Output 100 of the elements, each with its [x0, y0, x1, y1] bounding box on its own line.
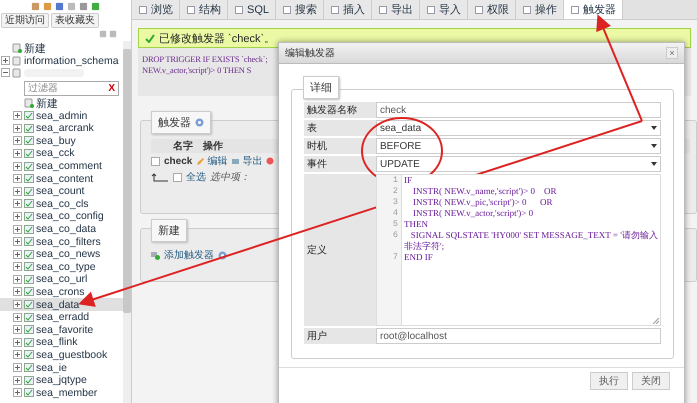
expand-icon[interactable] — [13, 186, 22, 196]
select-field[interactable]: UPDATE — [376, 156, 661, 172]
table-icon — [24, 174, 34, 184]
tree-label[interactable]: sea_comment — [36, 160, 102, 172]
expand-icon[interactable] — [13, 325, 22, 334]
tab[interactable]: 插入 — [324, 0, 372, 19]
table-icon — [24, 136, 34, 146]
expand-icon[interactable] — [13, 338, 22, 347]
dialog-button[interactable]: 执行 — [590, 372, 628, 390]
add-trigger-link[interactable]: 添加触发器 — [164, 248, 214, 262]
resize-handle-icon[interactable] — [653, 318, 659, 324]
tree-label[interactable]: sea_buy — [36, 134, 76, 147]
sidebar-tab[interactable]: 表收藏夹 — [51, 13, 99, 28]
document-icon — [426, 4, 436, 14]
line-number: 5 — [392, 219, 399, 230]
tree-label[interactable]: sea_flink — [36, 336, 78, 348]
tree-label[interactable]: sea_favorite — [36, 324, 94, 336]
expand-icon[interactable] — [13, 350, 22, 360]
tree-label[interactable]: sea_co_url — [36, 273, 88, 286]
tab[interactable]: 导出 — [372, 0, 420, 19]
tree-label[interactable]: sea_guestbook — [36, 348, 108, 361]
action-link[interactable]: 导出 — [231, 154, 262, 168]
tree-label[interactable]: sea_co_data — [36, 223, 96, 236]
expand-icon[interactable] — [13, 111, 22, 120]
tree-label[interactable]: information_schema — [24, 54, 119, 67]
help-icon[interactable] — [218, 250, 227, 260]
tree-label[interactable]: sea_co_type — [36, 260, 96, 273]
tree-label[interactable]: sea_content — [36, 172, 94, 185]
tab[interactable]: 导入 — [420, 0, 468, 19]
text-field[interactable]: root@localhost — [376, 328, 661, 344]
expand-icon[interactable] — [13, 148, 22, 158]
tree-label[interactable]: sea_erradd — [36, 311, 90, 324]
expand-icon[interactable] — [13, 162, 22, 171]
expand-icon[interactable] — [13, 237, 22, 246]
sidebar-tab[interactable]: 近期访问 — [1, 13, 49, 28]
dialog-title: 编辑触发器 — [285, 46, 335, 60]
scrollbar[interactable] — [123, 41, 131, 403]
export-icon — [231, 156, 240, 166]
collapse-icon[interactable] — [1, 68, 10, 78]
tree-label[interactable]: 新建 — [24, 41, 46, 56]
selected-tree-row[interactable]: sea_data — [0, 298, 123, 311]
tree-label[interactable]: sea_cck — [36, 147, 75, 160]
table-icon — [24, 350, 34, 360]
tree-label[interactable]: sea_co_cls — [36, 198, 89, 210]
expand-icon[interactable] — [13, 224, 22, 234]
tree-label[interactable]: sea_co_config — [36, 210, 104, 222]
expand-icon[interactable] — [13, 274, 22, 284]
code-line: IF — [403, 175, 412, 186]
filter-field[interactable]: 过滤器 X — [24, 80, 119, 96]
table-icon — [24, 212, 34, 221]
tree-label[interactable]: sea_crons — [36, 286, 84, 298]
expand-icon[interactable] — [13, 287, 22, 296]
expand-icon[interactable] — [13, 388, 22, 398]
line-number: 7 — [392, 252, 399, 263]
expand-icon[interactable] — [13, 174, 22, 184]
tab[interactable]: 操作 — [516, 0, 564, 19]
tab[interactable]: 权限 — [468, 0, 516, 19]
expand-icon[interactable] — [13, 262, 22, 272]
tab[interactable]: 触发器 — [564, 0, 624, 19]
expand-icon[interactable] — [13, 136, 22, 146]
expand-icon[interactable] — [13, 250, 22, 259]
expand-icon[interactable] — [13, 212, 22, 221]
expand-icon[interactable] — [13, 300, 22, 310]
tab[interactable]: 搜索 — [276, 0, 324, 19]
new-database-icon — [24, 98, 34, 108]
tree-label[interactable]: sea_co_news — [36, 248, 100, 260]
table-icon — [24, 274, 34, 284]
tab[interactable]: 浏览 — [132, 0, 180, 19]
tree-label[interactable]: sea_count — [36, 185, 84, 198]
tree-label[interactable]: sea_admin — [36, 110, 88, 122]
text-field[interactable]: check — [376, 102, 661, 118]
clear-button[interactable]: X — [108, 82, 115, 94]
expand-icon[interactable] — [13, 363, 22, 372]
table-icon — [24, 312, 34, 322]
sql-line: DROP TRIGGER IF EXISTS `check`; — [142, 54, 269, 64]
delete-icon[interactable] — [266, 157, 274, 165]
action-link[interactable]: 编辑 — [196, 154, 228, 168]
checkbox[interactable] — [173, 172, 182, 182]
code-editor[interactable]: 1 IF 2 INSTR( NEW.v_name,'script')> 0 OR 3 INSTR( NEW.v_pic,'script')> 0 OR 4 INSTR( NEW.v_actor,'script')> 0 5 THEN 6 SIGNAL SQLSTATE 'HY000' SET MESSAGE_TEXT = '请勿输入非法字符'; 7 END IF — [376, 174, 661, 326]
tree-label[interactable]: 新建 — [36, 96, 58, 111]
tree-label[interactable]: sea_data — [36, 298, 80, 311]
help-icon[interactable] — [195, 118, 204, 127]
checkbox[interactable] — [151, 156, 160, 166]
expand-icon[interactable] — [1, 56, 10, 65]
select-field[interactable]: BEFORE — [376, 138, 661, 154]
expand-icon[interactable] — [13, 199, 22, 208]
tree-label[interactable]: sea_arcrank — [36, 122, 94, 134]
expand-icon[interactable] — [13, 312, 22, 322]
expand-icon[interactable] — [13, 376, 22, 385]
tab[interactable]: SQL — [228, 0, 276, 19]
tree-label[interactable]: sea_member — [36, 386, 98, 399]
tab[interactable]: 结构 — [180, 0, 228, 19]
select-all-link[interactable]: 全选 — [186, 170, 206, 184]
select-field[interactable]: sea_data — [376, 120, 661, 136]
tree-label[interactable]: sea_ie — [36, 362, 67, 374]
close-button[interactable]: × — [666, 47, 678, 59]
tree-label[interactable]: sea_jqtype — [36, 374, 87, 386]
dialog-button[interactable]: 关闭 — [632, 372, 670, 390]
tree-label[interactable]: sea_co_filters — [36, 236, 101, 248]
expand-icon[interactable] — [13, 124, 22, 133]
